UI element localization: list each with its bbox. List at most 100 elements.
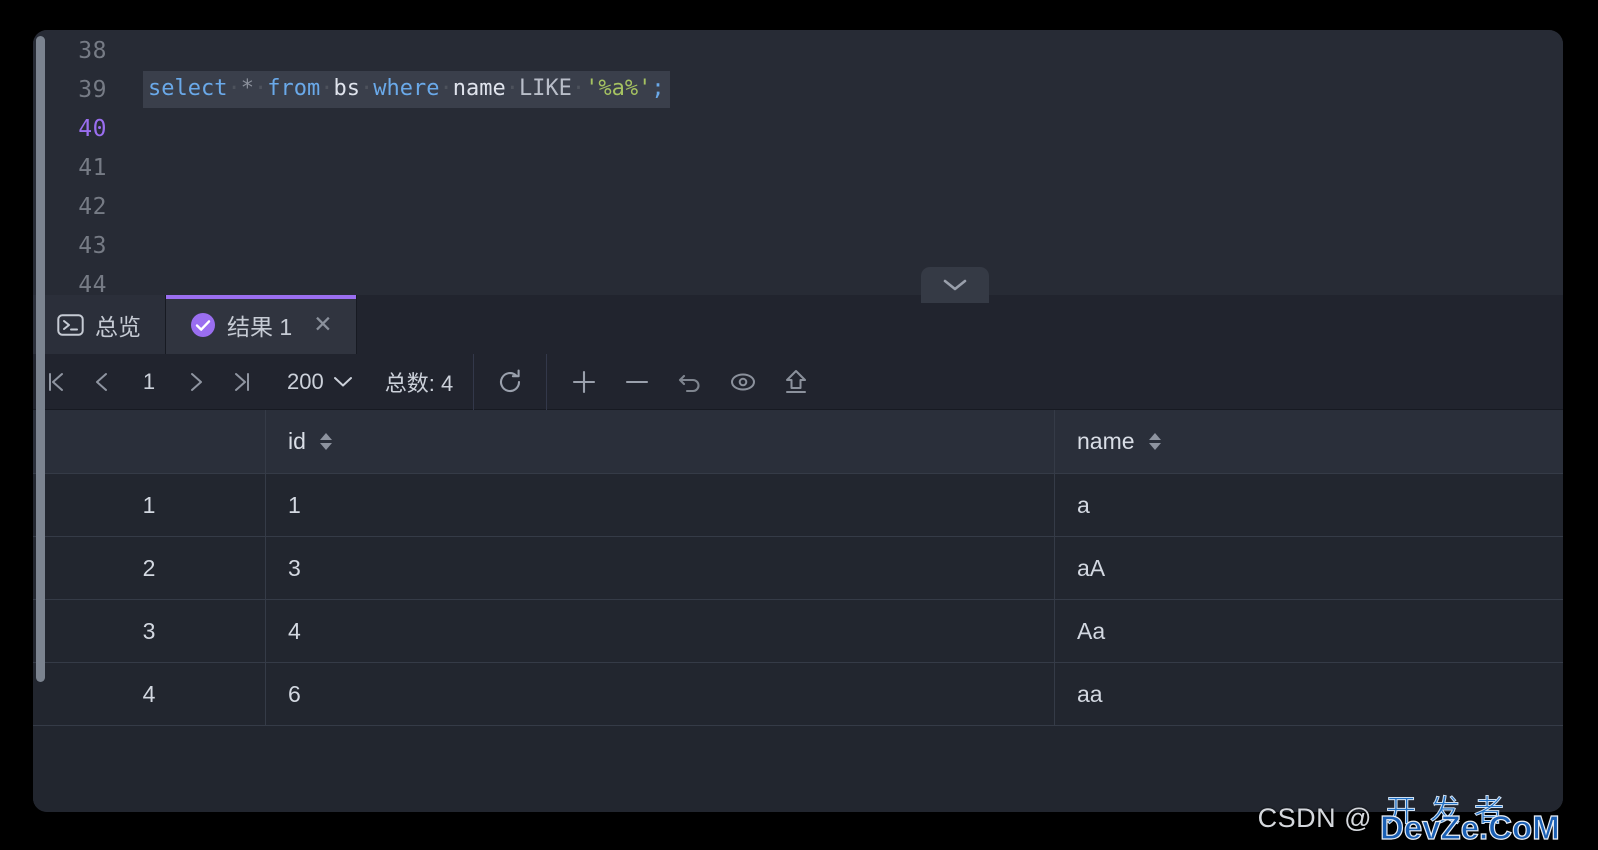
table-row[interactable]: 11a bbox=[33, 474, 1563, 537]
line-number: 42 bbox=[78, 193, 107, 220]
table-row[interactable]: 4 6 aa bbox=[33, 663, 1563, 726]
next-page-icon bbox=[191, 372, 202, 391]
chevron-down-icon bbox=[333, 377, 352, 387]
sql-token: · bbox=[359, 76, 374, 101]
next-page-button[interactable] bbox=[173, 354, 219, 410]
total-value: 4 bbox=[440, 370, 454, 396]
result-grid[interactable]: id name 1 1 a 2 3 aA 3 4 Aa 4 6 aa bbox=[33, 410, 1563, 812]
sql-token: · bbox=[505, 76, 519, 101]
sql-token: select bbox=[148, 76, 228, 101]
tab-result-1-label: 结果 1 bbox=[227, 313, 293, 340]
watermark-csdn: CSDN @ bbox=[1257, 802, 1372, 833]
code-line[interactable]: 38 bbox=[33, 31, 1563, 70]
check-circle-icon bbox=[191, 312, 215, 337]
cell-name[interactable]: aa bbox=[1055, 663, 1563, 725]
table-row[interactable]: 2 3 aA bbox=[33, 537, 1563, 600]
collapse-editor-button[interactable] bbox=[921, 267, 989, 303]
page-size-select[interactable]: 200 bbox=[265, 369, 371, 395]
cell-id[interactable]: 4 bbox=[266, 600, 1055, 662]
cell-rownum: 2 bbox=[33, 537, 266, 599]
prev-page-icon bbox=[96, 372, 107, 391]
grid-header-row: id name bbox=[33, 410, 1563, 474]
cell-rownum: 4 bbox=[33, 663, 266, 725]
line-number: 39 bbox=[78, 76, 107, 103]
sql-workbench-panel: 38 39 select·*·from·bs·where·name·LIKE·'%a… bbox=[33, 30, 1563, 812]
prev-page-button[interactable] bbox=[79, 354, 125, 410]
add-row-icon bbox=[572, 370, 595, 393]
page-size-value: 200 bbox=[287, 368, 324, 394]
code-line[interactable]: 41 bbox=[33, 148, 1563, 187]
row-actions-group bbox=[547, 354, 822, 410]
tab-result-1[interactable]: 结果 1 ✕ bbox=[166, 295, 358, 354]
sql-token: bs bbox=[333, 76, 360, 101]
sql-token: from bbox=[267, 76, 321, 101]
delete-row-button[interactable] bbox=[610, 354, 663, 410]
code-line[interactable]: 39 select·*·from·bs·where·name·LIKE·'%a%'… bbox=[33, 70, 1563, 109]
refresh-icon bbox=[500, 368, 521, 392]
grid-header-name-label: name bbox=[1077, 428, 1135, 454]
sql-token: · bbox=[227, 76, 241, 101]
cell-name[interactable]: Aa bbox=[1055, 600, 1563, 662]
code-line[interactable]: 43 bbox=[33, 226, 1563, 265]
tab-overview-label: 总览 bbox=[95, 313, 141, 340]
sql-token: '%a%' bbox=[585, 76, 652, 101]
commit-button[interactable] bbox=[769, 354, 822, 410]
grid-header-name[interactable]: name bbox=[1055, 410, 1563, 473]
cell-name[interactable]: a bbox=[1055, 474, 1563, 536]
result-tabbar: 总览 结果 1 ✕ bbox=[33, 295, 1563, 354]
line-number: 43 bbox=[78, 232, 107, 259]
page-number-input[interactable]: 1 bbox=[125, 369, 173, 395]
sql-token: ; bbox=[651, 76, 665, 101]
sql-token: LIKE bbox=[518, 76, 572, 101]
sort-icon[interactable] bbox=[319, 433, 332, 450]
table-row[interactable]: 3 4 Aa bbox=[33, 600, 1563, 663]
line-number: 44 bbox=[78, 271, 107, 298]
cell-rownum: 1 bbox=[33, 474, 266, 536]
sql-token: * bbox=[240, 76, 254, 101]
terminal-icon bbox=[57, 313, 84, 336]
add-row-button[interactable] bbox=[557, 354, 610, 410]
cell-name[interactable]: aA bbox=[1055, 537, 1563, 599]
total-label: 总数: bbox=[384, 370, 435, 396]
watermark-en: DevZe.CoM bbox=[1379, 808, 1560, 846]
editor-vertical-scrollbar[interactable] bbox=[36, 36, 45, 682]
watermark: CSDN @ 开发者 DevZe.CoM bbox=[1257, 792, 1592, 847]
sql-token: · bbox=[571, 76, 586, 101]
sql-token: · bbox=[439, 76, 453, 101]
preview-button[interactable] bbox=[716, 354, 769, 410]
cell-id[interactable]: 3 bbox=[266, 537, 1055, 599]
last-page-button[interactable] bbox=[219, 354, 265, 410]
sql-token: name bbox=[452, 76, 506, 101]
tab-overview[interactable]: 总览 bbox=[33, 295, 166, 354]
first-page-icon bbox=[49, 372, 63, 391]
result-toolbar: 1 200 总数: 4 bbox=[33, 353, 1563, 410]
sql-token: where bbox=[373, 76, 440, 101]
line-number: 40 bbox=[78, 115, 107, 142]
cell-rownum: 3 bbox=[33, 600, 266, 662]
undo-button[interactable] bbox=[663, 354, 716, 410]
sort-icon[interactable] bbox=[1148, 433, 1161, 450]
sql-statement[interactable]: select·*·from·bs·where·name·LIKE·'%a%'; bbox=[143, 71, 670, 108]
sql-token: · bbox=[320, 76, 334, 101]
total-count: 总数: 4 bbox=[371, 366, 474, 398]
line-number: 41 bbox=[78, 154, 107, 181]
grid-header-id[interactable]: id bbox=[266, 410, 1055, 473]
preview-icon bbox=[730, 373, 755, 390]
commit-icon bbox=[785, 369, 806, 393]
grid-header-rownum bbox=[33, 410, 266, 473]
sql-editor[interactable]: 38 39 select·*·from·bs·where·name·LIKE·'%a… bbox=[33, 30, 1563, 298]
screen: 38 39 select·*·from·bs·where·name·LIKE·'%a… bbox=[0, 0, 1598, 850]
last-page-icon bbox=[235, 372, 249, 391]
sql-token: · bbox=[253, 76, 268, 101]
cell-id[interactable]: 1 bbox=[266, 474, 1055, 536]
grid-header-id-label: id bbox=[288, 428, 306, 454]
chevron-down-icon bbox=[943, 279, 967, 291]
watermark-logo: 开发者 DevZe.CoM bbox=[1374, 792, 1592, 847]
tab-close-icon[interactable]: ✕ bbox=[313, 313, 332, 336]
code-line[interactable]: 42 bbox=[33, 187, 1563, 226]
line-number: 38 bbox=[78, 37, 107, 64]
refresh-button[interactable] bbox=[474, 354, 546, 410]
cell-id[interactable]: 6 bbox=[266, 663, 1055, 725]
pagination-group: 1 200 总数: 4 bbox=[33, 354, 473, 409]
code-line[interactable]: 40 bbox=[33, 109, 1563, 148]
